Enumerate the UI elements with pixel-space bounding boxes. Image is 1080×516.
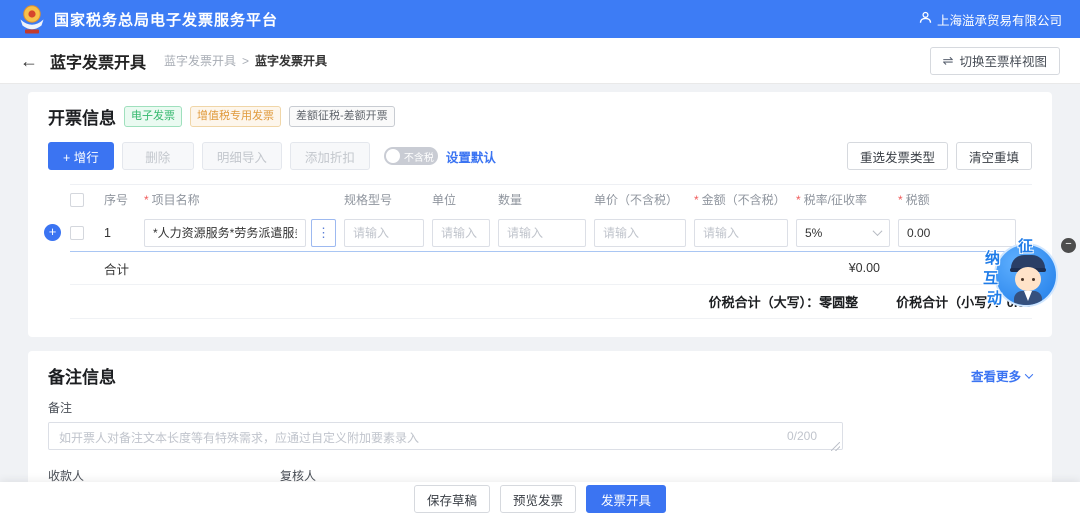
set-default-link[interactable]: 设置默认 xyxy=(446,147,496,166)
tax-rate-value: 5% xyxy=(805,226,822,240)
quantity-input[interactable] xyxy=(498,219,586,247)
totals-row: 合计 ¥0.00 ¥0.00 xyxy=(70,252,1032,285)
reselect-invoice-type-button[interactable]: 重选发票类型 xyxy=(847,142,948,170)
chevron-down-icon xyxy=(873,226,883,236)
sum-row: 价税合计（大写）：零圆整 价税合计（小写）：0.00 xyxy=(70,285,1032,319)
account-menu[interactable]: 上海溢承贸易有限公司 xyxy=(919,10,1062,29)
spec-input[interactable] xyxy=(344,219,424,247)
remark-textarea-wrap: 0/200 xyxy=(48,422,843,455)
tag-vat-special-invoice: 增值税专用发票 xyxy=(190,106,281,127)
table-row: + 1 ⋮ 5% xyxy=(70,214,1032,252)
header-spec: 规格型号 xyxy=(344,191,432,208)
save-draft-button[interactable]: 保存草稿 xyxy=(414,485,490,513)
add-row-label: 增行 xyxy=(74,151,99,165)
invoice-info-card: 开票信息 电子发票 增值税专用发票 差额征税-差额开票 + 增行 删除 明细导入… xyxy=(28,92,1052,337)
swap-icon: ⇌ xyxy=(943,53,954,69)
required-mark: * xyxy=(796,193,801,207)
add-row-button[interactable]: + 增行 xyxy=(48,142,114,170)
total-amount: ¥0.00 xyxy=(849,261,880,275)
section-title-remark: 备注信息 xyxy=(48,363,116,388)
page-header: ← 蓝字发票开具 蓝字发票开具 > 蓝字发票开具 ⇌ 切换至票样视图 xyxy=(0,38,1080,84)
top-bar: 国家税务总局电子发票服务平台 上海溢承贸易有限公司 xyxy=(0,0,1080,38)
toggle-knob xyxy=(386,149,400,163)
char-counter: 0/200 xyxy=(787,429,817,443)
amount-input[interactable] xyxy=(694,219,788,247)
chevron-down-icon xyxy=(1025,370,1033,378)
brand: 国家税务总局电子发票服务平台 xyxy=(18,4,278,34)
header-tax-rate: *税率/征收率 xyxy=(796,191,898,208)
section-title-invoice: 开票信息 xyxy=(48,104,116,129)
tag-differential-taxation: 差额征税-差额开票 xyxy=(289,106,395,127)
tax-excluded-toggle[interactable]: 不含税 xyxy=(384,147,438,165)
breadcrumb-separator: > xyxy=(242,54,249,68)
widget-char: 互 xyxy=(983,267,998,288)
preview-invoice-button[interactable]: 预览发票 xyxy=(500,485,576,513)
breadcrumb-parent[interactable]: 蓝字发票开具 xyxy=(164,52,236,69)
required-mark: * xyxy=(144,193,149,207)
widget-char: 征 xyxy=(1018,235,1033,256)
total-label: 合计 xyxy=(104,259,129,278)
breadcrumb: 蓝字发票开具 > 蓝字发票开具 xyxy=(164,52,327,69)
remark-label: 备注 xyxy=(48,399,1032,416)
header-quantity: 数量 xyxy=(498,191,594,208)
clear-refill-button[interactable]: 清空重填 xyxy=(956,142,1032,170)
invoice-section-head: 开票信息 电子发票 增值税专用发票 差额征税-差额开票 xyxy=(48,104,1032,129)
resize-handle-icon[interactable] xyxy=(831,442,840,451)
sum-in-words: 价税合计（大写）：零圆整 xyxy=(709,292,859,311)
tax-interaction-widget[interactable]: 征 纳 互 动 xyxy=(994,243,1058,307)
widget-minimize-button[interactable]: − xyxy=(1061,238,1076,253)
items-table: 序号 *项目名称 规格型号 单位 数量 单价（不含税） *金额（不含税） *税率… xyxy=(48,184,1032,319)
tax-emblem-icon xyxy=(18,4,46,34)
app-title: 国家税务总局电子发票服务平台 xyxy=(54,9,278,30)
company-name: 上海溢承贸易有限公司 xyxy=(937,10,1062,29)
footer-action-bar: 保存草稿 预览发票 发票开具 xyxy=(0,482,1080,516)
tag-electronic-invoice: 电子发票 xyxy=(124,106,182,127)
header-unit-price: 单价（不含税） xyxy=(594,191,694,208)
table-header-row: 序号 *项目名称 规格型号 单位 数量 单价（不含税） *金额（不含税） *税率… xyxy=(70,184,1032,214)
required-mark: * xyxy=(898,193,903,207)
view-more-label: 查看更多 xyxy=(971,366,1021,385)
header-item-name: *项目名称 xyxy=(144,191,344,208)
view-more-link[interactable]: 查看更多 xyxy=(971,366,1032,385)
toggle-label: 不含税 xyxy=(404,149,434,164)
import-details-button[interactable]: 明细导入 xyxy=(202,142,282,170)
row-index: 1 xyxy=(104,226,144,240)
add-discount-button[interactable]: 添加折扣 xyxy=(290,142,370,170)
remark-section-head: 备注信息 查看更多 xyxy=(48,363,1032,388)
select-all-checkbox[interactable] xyxy=(70,193,84,207)
unit-input[interactable] xyxy=(432,219,490,247)
back-arrow-icon[interactable]: ← xyxy=(20,52,38,70)
plus-icon: + xyxy=(63,151,70,165)
remark-textarea[interactable] xyxy=(48,422,843,450)
tax-rate-select[interactable]: 5% xyxy=(796,219,890,247)
header-amount: *金额（不含税） xyxy=(694,191,796,208)
switch-view-button[interactable]: ⇌ 切换至票样视图 xyxy=(930,47,1060,75)
user-icon xyxy=(919,11,932,27)
row-checkbox[interactable] xyxy=(70,226,84,240)
page: 国家税务总局电子发票服务平台 上海溢承贸易有限公司 ← 蓝字发票开具 蓝字发票开… xyxy=(0,0,1080,516)
item-name-input[interactable] xyxy=(144,219,306,247)
issue-invoice-button[interactable]: 发票开具 xyxy=(586,485,666,513)
items-toolbar: + 增行 删除 明细导入 添加折扣 不含税 设置默认 重选发票类型 清空重填 xyxy=(48,142,1032,170)
header-tax-amount: *税额 xyxy=(898,191,1032,208)
unit-price-input[interactable] xyxy=(594,219,686,247)
switch-view-label: 切换至票样视图 xyxy=(959,51,1047,70)
insert-row-button[interactable]: + xyxy=(44,224,61,241)
header-index: 序号 xyxy=(104,191,144,208)
breadcrumb-current: 蓝字发票开具 xyxy=(255,52,327,69)
delete-button[interactable]: 删除 xyxy=(122,142,194,170)
page-title: 蓝字发票开具 xyxy=(50,49,146,73)
header-unit: 单位 xyxy=(432,191,498,208)
required-mark: * xyxy=(694,193,699,207)
item-more-options-button[interactable]: ⋮ xyxy=(311,219,336,247)
widget-char: 纳 xyxy=(985,247,1000,268)
widget-char: 动 xyxy=(987,287,1002,308)
